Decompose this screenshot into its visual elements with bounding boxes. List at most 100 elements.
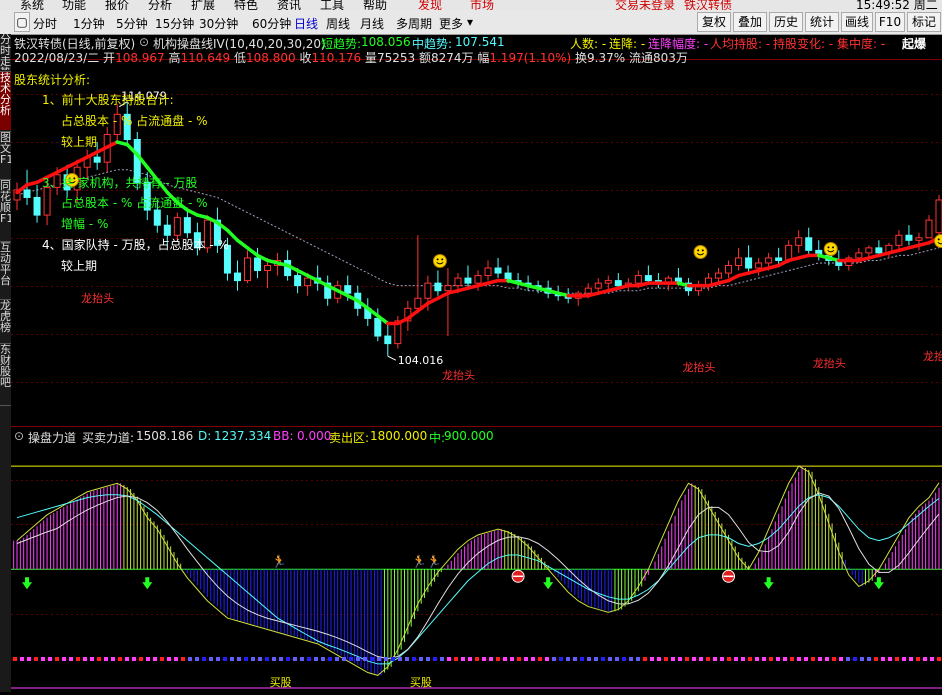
signal-dot bbox=[930, 657, 934, 661]
toolbar-btn-2[interactable]: 历史 bbox=[769, 12, 803, 32]
smiley-eye bbox=[441, 258, 443, 260]
runner-icon: 🏃🏃 bbox=[412, 554, 442, 568]
side-tab-0[interactable]: 分时走势 bbox=[0, 34, 11, 70]
low-label: 低 bbox=[234, 51, 246, 65]
menu-item-tools[interactable]: 工具 bbox=[320, 0, 344, 10]
period-tab-5[interactable]: 60分钟 bbox=[252, 15, 291, 32]
toolbar-btn-1[interactable]: 叠加 bbox=[733, 12, 767, 32]
candle-body bbox=[585, 288, 591, 293]
layout-toggle-icon[interactable]: ▢ bbox=[14, 12, 30, 32]
menu-item-extend[interactable]: 扩展 bbox=[191, 0, 215, 10]
signal-dot bbox=[370, 657, 374, 661]
candle-body bbox=[174, 218, 180, 236]
signal-dot bbox=[622, 657, 626, 661]
signal-dot bbox=[692, 657, 696, 661]
force-panel: 🏃买股🏃🏃买股 bbox=[11, 466, 942, 689]
signal-dot bbox=[552, 657, 556, 661]
menu-item-news[interactable]: 资讯 bbox=[277, 0, 301, 10]
period-tab-0[interactable]: 分时 bbox=[33, 15, 57, 32]
signal-dot bbox=[216, 657, 220, 661]
candle-body bbox=[936, 200, 942, 233]
signal-dot bbox=[860, 657, 864, 661]
side-tab-4[interactable]: 互动平台 bbox=[0, 242, 11, 298]
signal-dot bbox=[685, 657, 689, 661]
signal-dot bbox=[825, 657, 829, 661]
signal-dot bbox=[503, 657, 507, 661]
signal-dot bbox=[839, 657, 843, 661]
menu-discover[interactable]: 发现 bbox=[418, 0, 442, 10]
menu-item-quote[interactable]: 报价 bbox=[105, 0, 129, 10]
period-tab-4[interactable]: 30分钟 bbox=[199, 15, 238, 32]
signal-dot bbox=[664, 657, 668, 661]
signal-dot bbox=[118, 657, 122, 661]
menu-item-special[interactable]: 特色 bbox=[234, 0, 258, 10]
signal-dot bbox=[335, 657, 339, 661]
signal-dot bbox=[293, 657, 297, 661]
signal-dot bbox=[48, 657, 52, 661]
signal-dot bbox=[482, 657, 486, 661]
side-tab-6[interactable]: 东财股吧 bbox=[0, 344, 11, 404]
signal-dot bbox=[615, 657, 619, 661]
menu-item-analysis[interactable]: 分析 bbox=[148, 0, 172, 10]
period-tab-6[interactable]: 日线 bbox=[294, 15, 318, 32]
green-arrow-icon bbox=[543, 577, 553, 589]
candle-body bbox=[736, 258, 742, 266]
short-trend-segment bbox=[248, 248, 258, 256]
signal-dot bbox=[629, 657, 633, 661]
side-tab-3[interactable]: 同花顺F10 bbox=[0, 180, 11, 240]
mid-level-label: 中: bbox=[429, 429, 445, 446]
avg-holding: 人均持股: - bbox=[710, 35, 770, 52]
side-tab-5[interactable]: 龙虎榜 bbox=[0, 300, 11, 342]
signal-dot bbox=[160, 657, 164, 661]
signal-dot bbox=[531, 657, 535, 661]
candle-body bbox=[495, 268, 501, 273]
analysis-line-2: 占总股本 - % 占流通盘 - % bbox=[61, 112, 208, 129]
buy-sell-value: 1508.186 bbox=[136, 429, 193, 443]
menu-item-help[interactable]: 帮助 bbox=[363, 0, 387, 10]
sub-title[interactable]: 操盘力道 bbox=[28, 429, 76, 446]
period-tab-9[interactable]: 多周期 bbox=[396, 15, 432, 32]
d-line bbox=[17, 495, 939, 664]
toolbar-btn-0[interactable]: 复权 bbox=[697, 12, 731, 32]
green-arrow-icon bbox=[764, 577, 774, 589]
signal-dot bbox=[489, 657, 493, 661]
period-tab-2[interactable]: 5分钟 bbox=[116, 15, 148, 32]
period-tab-1[interactable]: 1分钟 bbox=[73, 15, 105, 32]
candle-body bbox=[866, 248, 872, 253]
sub-collapse-icon[interactable]: ⊙ bbox=[14, 429, 24, 443]
signal-dot bbox=[349, 657, 353, 661]
toolbar-btn-3[interactable]: 统计 bbox=[805, 12, 839, 32]
toolbar-btn-5[interactable]: F10 bbox=[875, 12, 905, 32]
signal-dot bbox=[566, 657, 570, 661]
collapse-icon[interactable]: ⊙ bbox=[139, 35, 149, 49]
side-tab-2[interactable]: 图文F10 bbox=[0, 132, 11, 178]
smiley-eye bbox=[437, 258, 439, 260]
menu-item-function[interactable]: 功能 bbox=[62, 0, 86, 10]
menu-item-system[interactable]: 系统 bbox=[20, 0, 44, 10]
candle-body bbox=[615, 281, 621, 286]
signal-dot bbox=[426, 657, 430, 661]
signal-dot bbox=[678, 657, 682, 661]
toolbar-btn-4[interactable]: 画线 bbox=[841, 12, 873, 32]
more-dropdown-icon[interactable]: ▾ bbox=[467, 15, 473, 29]
clock-time: 15:49:52 周二 bbox=[856, 0, 938, 10]
green-arrow-icon bbox=[22, 577, 32, 589]
signal-dot bbox=[258, 657, 262, 661]
candle-body bbox=[425, 283, 431, 298]
signal-dot bbox=[636, 657, 640, 661]
signal-dot bbox=[146, 657, 150, 661]
signal-dot bbox=[55, 657, 59, 661]
period-tab-7[interactable]: 周线 bbox=[326, 15, 350, 32]
login-status: 交易未登录 bbox=[615, 0, 675, 10]
candle-body bbox=[485, 268, 491, 276]
period-tab-8[interactable]: 月线 bbox=[360, 15, 384, 32]
period-tab-10[interactable]: 更多 bbox=[439, 15, 463, 32]
period-tab-3[interactable]: 15分钟 bbox=[155, 15, 194, 32]
change-label: 幅 bbox=[477, 51, 489, 65]
force-line bbox=[17, 466, 939, 675]
chart-canvas[interactable]: 114.079104.016龙抬头龙抬头龙抬头龙抬头龙抬头 🏃买股🏃🏃买股 bbox=[11, 34, 942, 692]
toolbar-btn-6[interactable]: 标记 bbox=[907, 12, 941, 32]
side-tab-1[interactable]: 技术分析 bbox=[0, 72, 11, 130]
analysis-line-8: 较上期 bbox=[61, 257, 97, 274]
menu-market[interactable]: 市场 bbox=[470, 0, 494, 10]
